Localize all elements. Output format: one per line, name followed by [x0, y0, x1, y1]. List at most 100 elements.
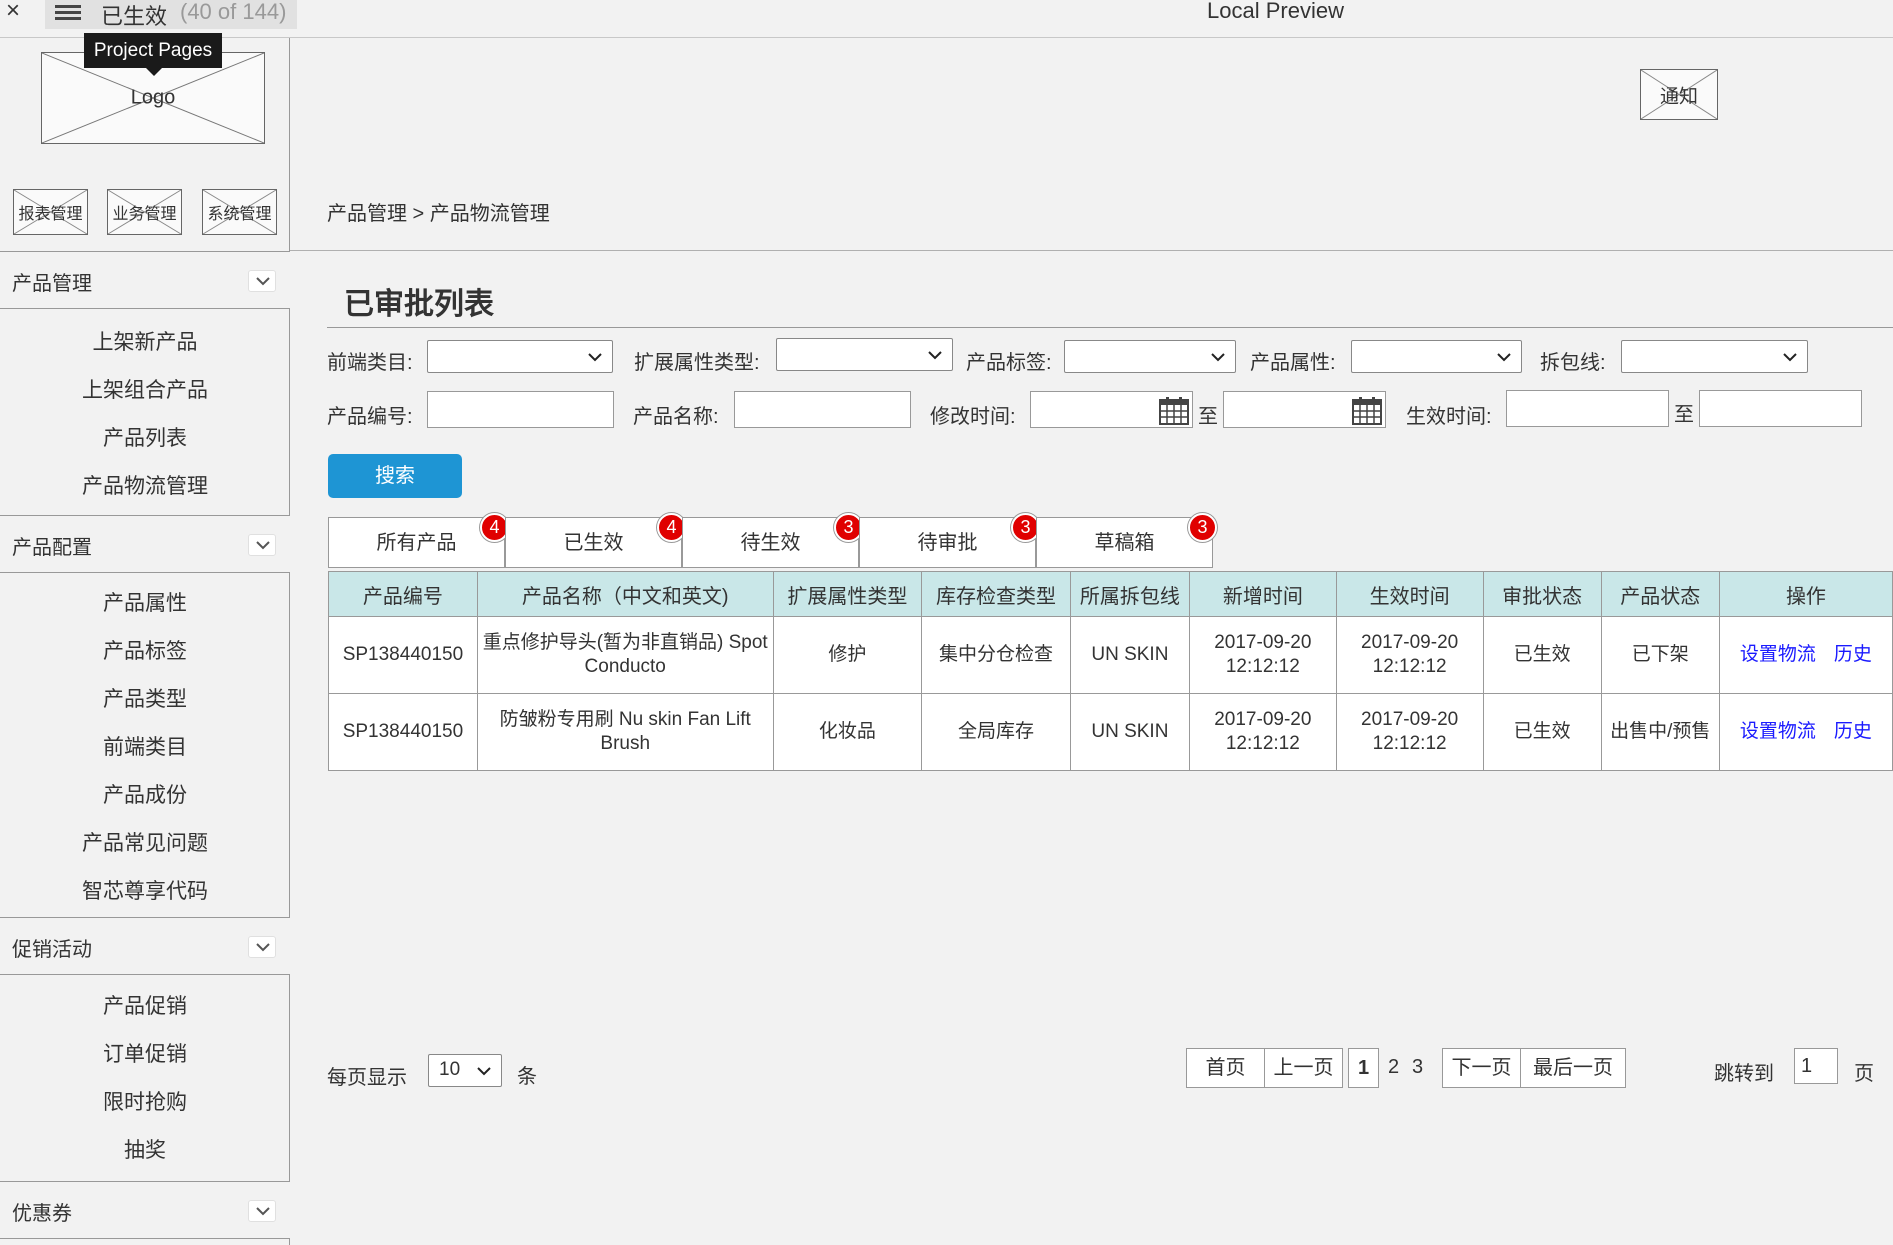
hamburger-menu-icon[interactable] [55, 2, 81, 24]
sidebar-item-vip-code[interactable]: 智芯尊享代码 [0, 875, 290, 905]
notification-label: 通知 [1659, 86, 1698, 107]
page-1-button[interactable]: 1 [1348, 1048, 1379, 1088]
search-button[interactable]: 搜索 [328, 454, 462, 498]
effective-time-start-input[interactable] [1506, 390, 1669, 427]
report-management-button[interactable]: 报表管理 [13, 189, 88, 235]
chevron-down-icon[interactable] [248, 936, 276, 958]
col-split-line[interactable]: 所属拆包线 [1069, 571, 1190, 617]
chevron-down-icon[interactable] [248, 1200, 276, 1222]
count-badge: 3 [1188, 513, 1217, 542]
history-link[interactable]: 历史 [1834, 721, 1872, 742]
col-created-time[interactable]: 新增时间 [1188, 571, 1337, 617]
notification-button[interactable]: 通知 [1640, 69, 1718, 120]
col-operations: 操作 [1718, 571, 1893, 617]
product-code-label: 产品编号: [327, 406, 413, 428]
chevron-down-icon[interactable] [248, 534, 276, 556]
frontend-category-select[interactable] [427, 340, 613, 373]
close-icon[interactable]: × [6, 0, 20, 25]
sidebar-item-product-tags[interactable]: 产品标签 [0, 635, 290, 665]
section-promotions[interactable]: 促销活动 [0, 917, 290, 975]
tab-label: 已生效 [563, 532, 624, 554]
jump-to-unit: 页 [1854, 1063, 1874, 1085]
cell-effective-time: 2017-09-20 12:12:12 [1335, 693, 1484, 771]
split-line-select[interactable] [1621, 340, 1808, 373]
page-2-link[interactable]: 2 [1388, 1056, 1399, 1079]
chevron-down-icon[interactable] [248, 270, 276, 292]
col-stock-check-type[interactable]: 库存检查类型 [921, 571, 1071, 617]
table-row: SP138440150 防皱粉专用刷 Nu skin Fan Lift Brus… [328, 693, 1893, 771]
product-tag-label: 产品标签: [966, 352, 1052, 374]
col-ext-attr-type[interactable]: 扩展属性类型 [772, 571, 923, 617]
tab-pending-approval[interactable]: 待审批 3 [859, 513, 1040, 568]
system-management-button[interactable]: 系统管理 [202, 189, 277, 235]
per-page-select[interactable]: 10 [428, 1054, 502, 1087]
calendar-icon[interactable] [1351, 396, 1383, 426]
cell-stock-check-type: 全局库存 [921, 693, 1071, 771]
page-3-link[interactable]: 3 [1412, 1056, 1423, 1079]
cell-split-line: UN SKIN [1069, 693, 1190, 771]
tab-drafts[interactable]: 草稿箱 3 [1036, 513, 1217, 568]
col-effective-time[interactable]: 生效时间 [1335, 571, 1484, 617]
section-coupons[interactable]: 优惠券 [0, 1181, 290, 1239]
jump-to-page-input[interactable]: 1 [1794, 1048, 1838, 1084]
cell-created-time: 2017-09-20 12:12:12 [1188, 616, 1337, 694]
ext-attr-type-select[interactable] [776, 338, 953, 371]
effective-time-label: 生效时间: [1406, 406, 1492, 428]
cell-stock-check-type: 集中分仓检查 [921, 616, 1071, 694]
set-logistics-link[interactable]: 设置物流 [1740, 644, 1816, 665]
sidebar-item-product-types[interactable]: 产品类型 [0, 683, 290, 713]
modified-time-end-input[interactable] [1223, 391, 1386, 428]
sidebar-item-lottery[interactable]: 抽奖 [0, 1134, 290, 1164]
table-header-row: 产品编号 产品名称（中文和英文) 扩展属性类型 库存检查类型 所属拆包线 新增时… [328, 571, 1893, 617]
tab-pending-effective[interactable]: 待生效 3 [682, 513, 863, 568]
modified-time-to-label: 至 [1198, 406, 1218, 428]
prev-page-button[interactable]: 上一页 [1264, 1048, 1343, 1088]
section-title: 产品配置 [12, 537, 92, 559]
business-management-button[interactable]: 业务管理 [107, 189, 182, 235]
header-divider [290, 250, 1893, 251]
cell-approval-status: 已生效 [1482, 616, 1602, 694]
col-approval-status[interactable]: 审批状态 [1482, 571, 1602, 617]
set-logistics-link[interactable]: 设置物流 [1740, 721, 1816, 742]
sidebar-item-product-faq[interactable]: 产品常见问题 [0, 827, 290, 857]
sidebar-item-product-logistics[interactable]: 产品物流管理 [0, 470, 290, 500]
sidebar-item-product-list[interactable]: 产品列表 [0, 422, 290, 452]
cell-operations: 设置物流 历史 [1718, 616, 1893, 694]
sidebar-item-product-attributes[interactable]: 产品属性 [0, 587, 290, 617]
tab-effective[interactable]: 已生效 4 [505, 513, 686, 568]
first-page-button[interactable]: 首页 [1186, 1048, 1265, 1088]
current-page-name[interactable]: 已生效 [101, 0, 167, 31]
tab-all-products[interactable]: 所有产品 4 [328, 513, 509, 568]
product-name-input[interactable] [734, 391, 911, 428]
per-page-value: 10 [439, 1059, 461, 1080]
sidebar-item-flash-sale[interactable]: 限时抢购 [0, 1086, 290, 1116]
section-product-management[interactable]: 产品管理 [0, 251, 290, 309]
col-product-status[interactable]: 产品状态 [1600, 571, 1720, 617]
sidebar-item-frontend-category[interactable]: 前端类目 [0, 731, 290, 761]
cell-approval-status: 已生效 [1482, 693, 1602, 771]
effective-time-end-input[interactable] [1699, 390, 1862, 427]
sidebar-item-product-ingredients[interactable]: 产品成份 [0, 779, 290, 809]
sidebar-item-order-promo[interactable]: 订单促销 [0, 1038, 290, 1068]
history-link[interactable]: 历史 [1834, 644, 1872, 665]
sidebar-item-list-bundle-product[interactable]: 上架组合产品 [0, 374, 290, 404]
window-title: Local Preview [1207, 0, 1344, 23]
modified-time-start-input[interactable] [1030, 391, 1193, 428]
jump-to-label: 跳转到 [1714, 1063, 1774, 1085]
cell-product-status: 已下架 [1600, 616, 1720, 694]
project-pages-tooltip: Project Pages [84, 33, 222, 76]
product-tag-select[interactable] [1064, 340, 1236, 373]
sidebar-item-list-new-product[interactable]: 上架新产品 [0, 326, 290, 356]
col-product-name[interactable]: 产品名称（中文和英文) [476, 571, 774, 617]
product-attr-select[interactable] [1351, 340, 1522, 373]
sidebar-item-product-promo[interactable]: 产品促销 [0, 990, 290, 1020]
last-page-button[interactable]: 最后一页 [1520, 1048, 1626, 1088]
page-count: (40 of 144) [180, 0, 287, 24]
col-product-code[interactable]: 产品编号 [328, 571, 478, 617]
product-attr-label: 产品属性: [1250, 352, 1336, 374]
next-page-button[interactable]: 下一页 [1442, 1048, 1521, 1088]
section-product-config[interactable]: 产品配置 [0, 515, 290, 573]
page-title: 已审批列表 [344, 288, 494, 321]
product-code-input[interactable] [427, 391, 614, 428]
calendar-icon[interactable] [1158, 396, 1190, 426]
